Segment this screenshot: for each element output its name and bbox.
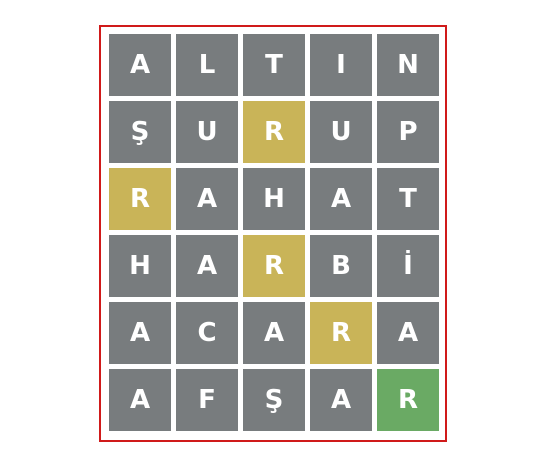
tile-r3-c3: H <box>243 168 305 230</box>
tile-r2-c3: R <box>243 101 305 163</box>
tile-r4-c4: B <box>310 235 372 297</box>
tile-r5-c1: A <box>109 302 171 364</box>
tile-r6-c3: Ş <box>243 369 305 431</box>
tile-r5-c3: A <box>243 302 305 364</box>
tile-r1-c1: A <box>109 34 171 96</box>
tile-r3-c1: R <box>109 168 171 230</box>
tile-r4-c3: R <box>243 235 305 297</box>
tile-r3-c2: A <box>176 168 238 230</box>
tile-r1-c2: L <box>176 34 238 96</box>
tile-r2-c5: P <box>377 101 439 163</box>
tile-r1-c4: I <box>310 34 372 96</box>
tile-r6-c1: A <box>109 369 171 431</box>
tile-r1-c3: T <box>243 34 305 96</box>
tile-r1-c5: N <box>377 34 439 96</box>
tile-r6-c2: F <box>176 369 238 431</box>
tile-r3-c5: T <box>377 168 439 230</box>
tile-r4-c1: H <box>109 235 171 297</box>
tile-r4-c5: İ <box>377 235 439 297</box>
tile-r2-c4: U <box>310 101 372 163</box>
tile-r3-c4: A <box>310 168 372 230</box>
letter-grid: A L T I N Ş U R U P R A H A T H A R B İ … <box>109 34 439 431</box>
tile-r2-c2: U <box>176 101 238 163</box>
tile-r2-c1: Ş <box>109 101 171 163</box>
tile-r6-c4: A <box>310 369 372 431</box>
tile-r6-c5: R <box>377 369 439 431</box>
tile-r5-c5: A <box>377 302 439 364</box>
tile-r4-c2: A <box>176 235 238 297</box>
tile-r5-c4: R <box>310 302 372 364</box>
tile-r5-c2: C <box>176 302 238 364</box>
